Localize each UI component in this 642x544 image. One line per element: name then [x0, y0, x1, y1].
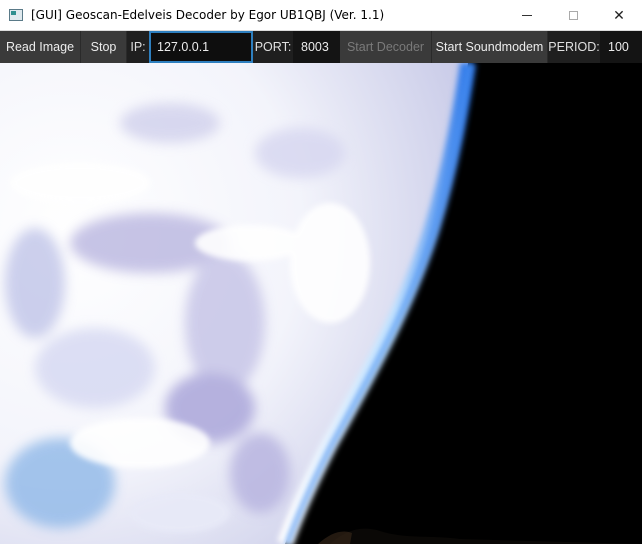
minimize-icon — [522, 15, 532, 16]
close-icon: ✕ — [613, 7, 625, 24]
period-label: PERIOD: — [548, 40, 600, 54]
image-viewport — [0, 63, 642, 544]
window-title: [GUI] Geoscan-Edelveis Decoder by Egor U… — [31, 8, 385, 22]
app-icon — [9, 9, 23, 21]
toolbar: Read Image Stop IP: 127.0.0.1 PORT: 8003… — [0, 31, 642, 63]
port-label: PORT: — [254, 40, 292, 54]
decoded-earth-image — [0, 63, 642, 544]
maximize-button[interactable] — [550, 0, 596, 31]
close-button[interactable]: ✕ — [596, 0, 642, 31]
stop-button[interactable]: Stop — [81, 31, 127, 63]
read-image-button[interactable]: Read Image — [0, 31, 81, 63]
period-input[interactable]: 100 — [600, 31, 642, 63]
title-bar[interactable]: [GUI] Geoscan-Edelveis Decoder by Egor U… — [0, 0, 642, 31]
ip-label: IP: — [130, 40, 146, 54]
ip-input[interactable]: 127.0.0.1 — [149, 31, 253, 63]
maximize-icon — [568, 11, 578, 20]
minimize-button[interactable] — [504, 0, 550, 31]
start-soundmodem-button[interactable]: Start Soundmodem — [432, 31, 548, 63]
start-decoder-button[interactable]: Start Decoder — [340, 31, 432, 63]
port-input[interactable]: 8003 — [293, 31, 340, 63]
